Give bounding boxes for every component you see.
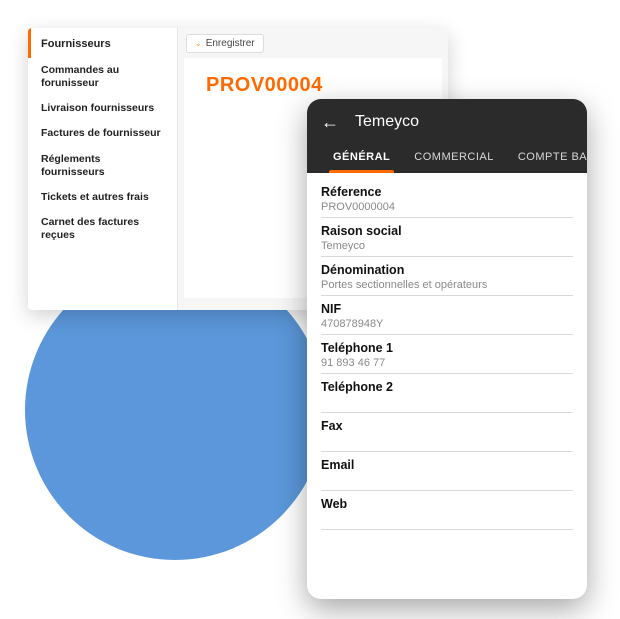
field-value [321, 513, 573, 525]
sidebar-item-livraison[interactable]: Livraison fournisseurs [28, 96, 177, 121]
sidebar-heading: Fournisseurs [28, 28, 177, 58]
field-value: 91 893 46 77 [321, 357, 573, 369]
save-button[interactable]: ⌄ Enregistrer [186, 34, 264, 53]
field-value: 470878948Y [321, 318, 573, 330]
field-raison-social[interactable]: Raison social Temeyco [321, 218, 573, 257]
field-value: Temeyco [321, 240, 573, 252]
field-label: Réference [321, 185, 573, 199]
mobile-card: ← Temeyco GÉNÉRAL COMMERCIAL COMPTE BANC… [307, 99, 587, 599]
field-fax[interactable]: Fax [321, 413, 573, 452]
save-button-label: Enregistrer [206, 38, 255, 49]
tab-commercial[interactable]: COMMERCIAL [402, 143, 506, 173]
tab-compte-bancaire[interactable]: COMPTE BANCAIR [506, 143, 587, 173]
record-title: PROV00004 [206, 74, 420, 97]
field-value: Portes sectionnelles et opérateurs [321, 279, 573, 291]
field-label: Raison social [321, 224, 573, 238]
sidebar-item-reglements[interactable]: Réglements fournisseurs [28, 147, 177, 185]
field-label: Teléphone 1 [321, 341, 573, 355]
sidebar-item-carnet[interactable]: Carnet des factures reçues [28, 210, 177, 248]
field-value [321, 435, 573, 447]
field-label: Dénomination [321, 263, 573, 277]
field-value [321, 474, 573, 486]
field-value: PROV0000004 [321, 201, 573, 213]
sidebar-item-factures[interactable]: Factures de fournisseur [28, 121, 177, 146]
field-email[interactable]: Email [321, 452, 573, 491]
mobile-titlebar: ← Temeyco [321, 113, 573, 143]
sidebar-item-commandes[interactable]: Commandes au forunisseur [28, 58, 177, 96]
field-label: Email [321, 458, 573, 472]
field-label: Web [321, 497, 573, 511]
sidebar-item-tickets[interactable]: Tickets et autres frais [28, 185, 177, 210]
field-label: NIF [321, 302, 573, 316]
field-reference[interactable]: Réference PROV0000004 [321, 179, 573, 218]
field-label: Fax [321, 419, 573, 433]
field-nif[interactable]: NIF 470878948Y [321, 296, 573, 335]
mobile-title: Temeyco [355, 113, 419, 131]
field-telephone-2[interactable]: Teléphone 2 [321, 374, 573, 413]
field-label: Teléphone 2 [321, 380, 573, 394]
toolbar: ⌄ Enregistrer [178, 28, 448, 58]
field-telephone-1[interactable]: Teléphone 1 91 893 46 77 [321, 335, 573, 374]
mobile-header: ← Temeyco GÉNÉRAL COMMERCIAL COMPTE BANC… [307, 99, 587, 173]
sidebar: Fournisseurs Commandes au forunisseur Li… [28, 28, 178, 310]
back-arrow-icon[interactable]: ← [321, 113, 339, 131]
chevron-down-icon: ⌄ [195, 39, 202, 48]
mobile-body: Réference PROV0000004 Raison social Teme… [307, 173, 587, 599]
field-denomination[interactable]: Dénomination Portes sectionnelles et opé… [321, 257, 573, 296]
tab-general[interactable]: GÉNÉRAL [321, 143, 402, 173]
mobile-tabs: GÉNÉRAL COMMERCIAL COMPTE BANCAIR [321, 143, 573, 173]
field-value [321, 396, 573, 408]
field-web[interactable]: Web [321, 491, 573, 530]
